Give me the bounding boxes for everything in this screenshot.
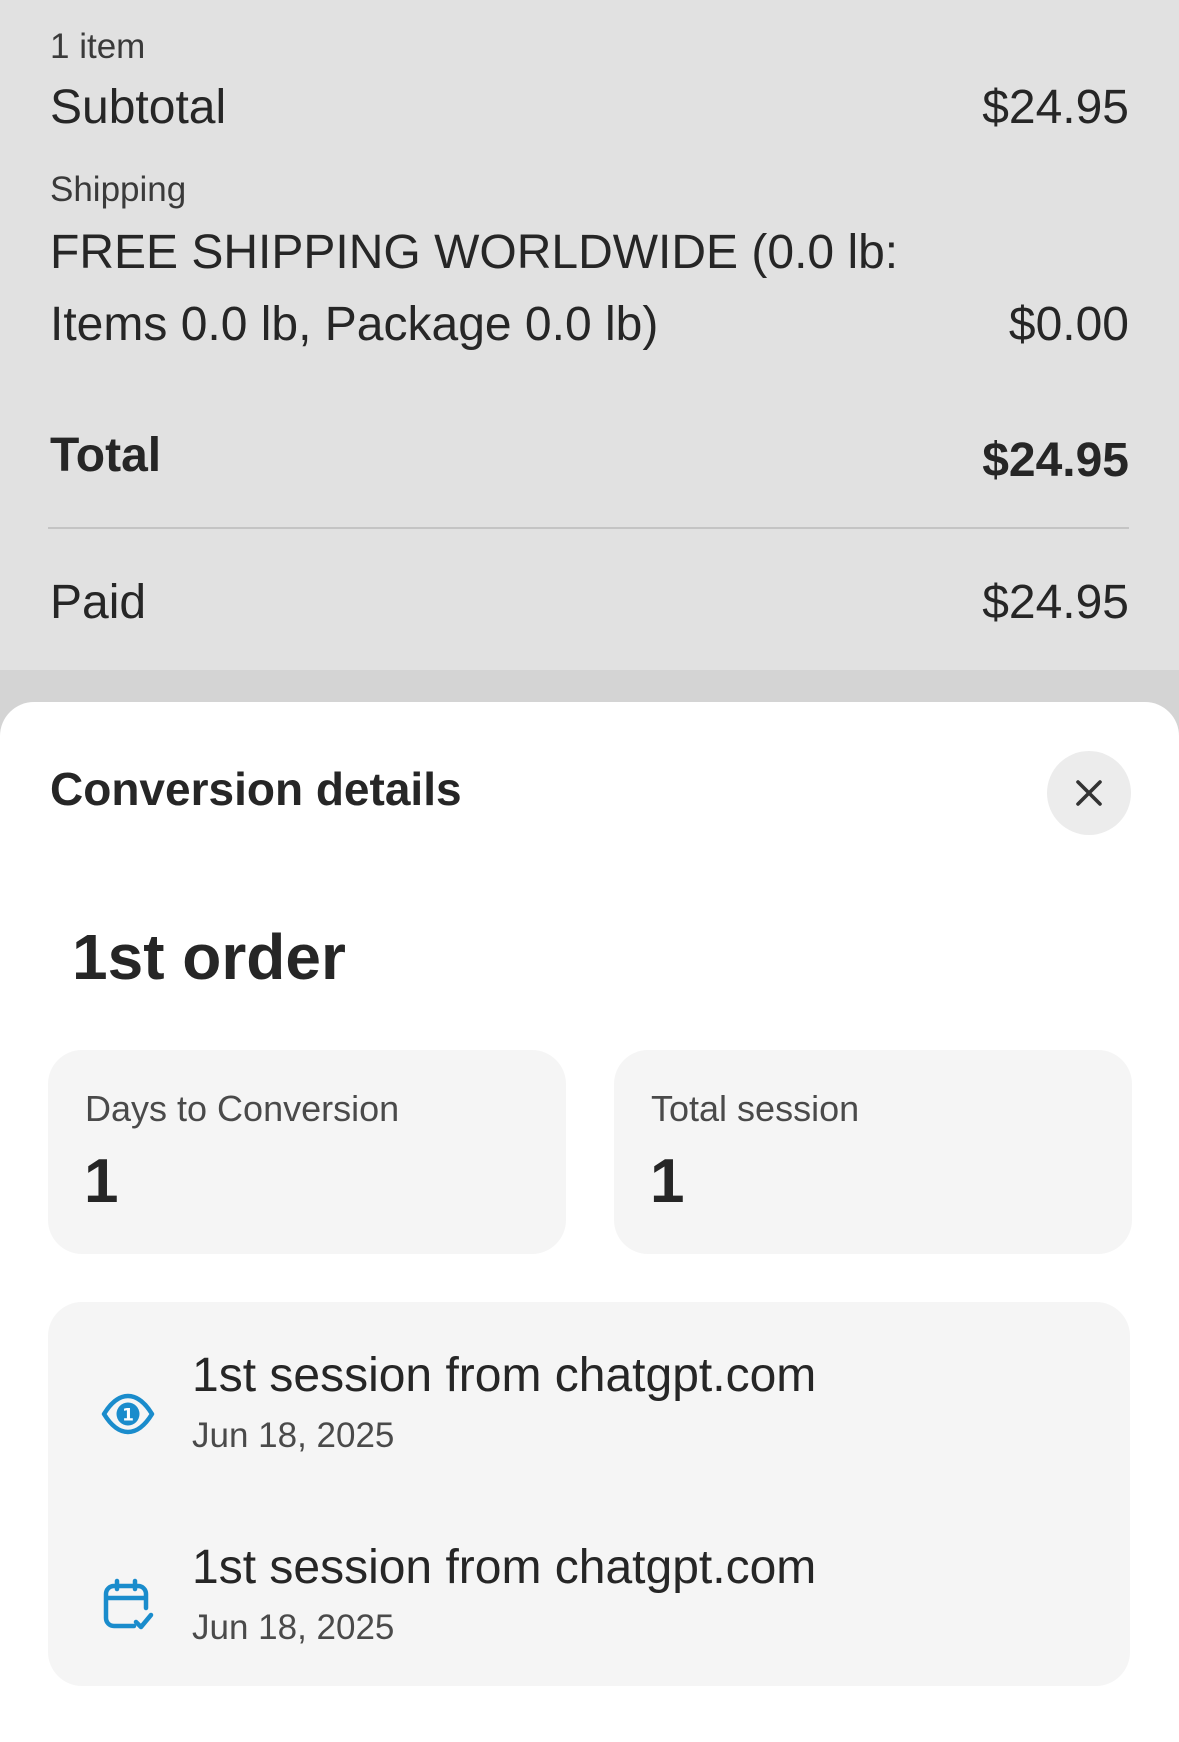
stat-value: 1 <box>84 1147 119 1216</box>
total-session-card: Total session 1 <box>614 1050 1132 1254</box>
order-heading: 1st order <box>72 921 346 993</box>
order-summary: 1 item Subtotal $24.95 Shipping FREE SHI… <box>0 0 1179 670</box>
shipping-method-line2: Items 0.0 lb, Package 0.0 lb) <box>50 298 659 351</box>
session-list: 1 1st session from chatgpt.com Jun 18, 2… <box>48 1302 1130 1686</box>
close-icon <box>1076 780 1102 806</box>
shipping-label: Shipping <box>50 170 187 209</box>
session-date: Jun 18, 2025 <box>192 1416 395 1455</box>
days-to-conversion-card: Days to Conversion 1 <box>48 1050 566 1254</box>
session-title: 1st session from chatgpt.com <box>192 1349 817 1402</box>
total-value: $24.95 <box>982 434 1129 487</box>
total-label: Total <box>50 429 162 482</box>
sheet-title: Conversion details <box>50 763 462 815</box>
stat-label: Days to Conversion <box>85 1088 400 1129</box>
stat-label: Total session <box>651 1088 860 1129</box>
session-date: Jun 18, 2025 <box>192 1608 395 1647</box>
subtotal-label: Subtotal <box>50 81 227 134</box>
paid-label: Paid <box>50 576 147 629</box>
conversion-details-sheet: Conversion details 1st order Days to Con… <box>0 702 1179 1742</box>
session-item[interactable]: 1 1st session from chatgpt.com Jun 18, 2… <box>48 1348 1130 1478</box>
summary-divider <box>48 527 1129 529</box>
session-title: 1st session from chatgpt.com <box>192 1541 817 1594</box>
items-count: 1 item <box>50 27 146 66</box>
session-item[interactable]: 1st session from chatgpt.com Jun 18, 202… <box>48 1540 1130 1670</box>
shipping-method-line1: FREE SHIPPING WORLDWIDE (0.0 lb: <box>50 226 899 279</box>
calendar-check-icon <box>103 1578 154 1630</box>
subtotal-value: $24.95 <box>982 81 1129 134</box>
close-button[interactable] <box>1047 751 1131 835</box>
stat-value: 1 <box>650 1147 685 1216</box>
first-session-eye-icon: 1 <box>101 1393 155 1435</box>
shipping-value: $0.00 <box>1008 298 1129 351</box>
svg-text:1: 1 <box>122 1406 134 1426</box>
paid-value: $24.95 <box>982 576 1129 629</box>
